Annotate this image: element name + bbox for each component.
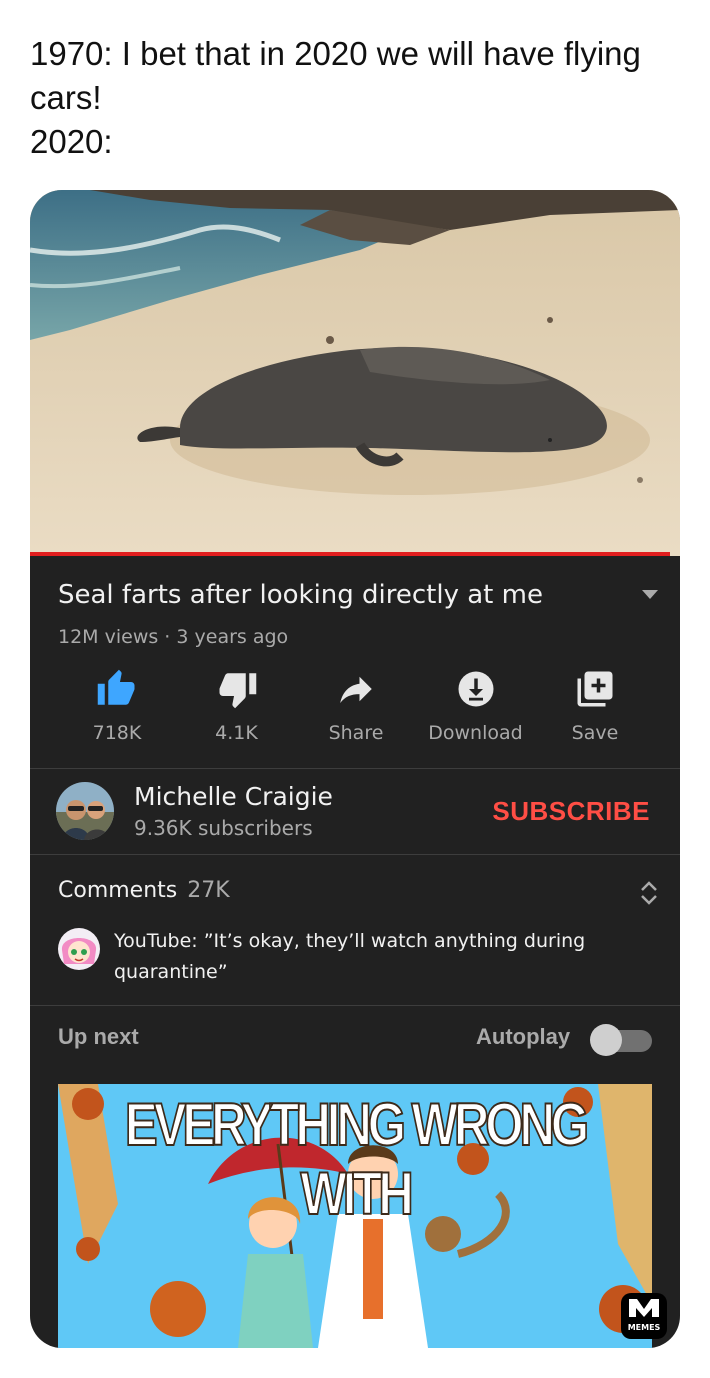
divider: [30, 1005, 680, 1006]
expand-description-icon[interactable]: [642, 590, 658, 599]
save-to-playlist-icon: [577, 671, 613, 707]
comments-label: Comments: [58, 878, 178, 903]
subscriber-count: 9.36K subscribers: [134, 816, 313, 840]
share-label: Share: [328, 722, 384, 744]
comments-header[interactable]: Comments 27K: [58, 878, 230, 903]
memes-app-logo: MEMES: [621, 1293, 667, 1339]
channel-avatar[interactable]: [56, 782, 114, 840]
youtube-screenshot: Seal farts after looking directly at me …: [30, 190, 680, 1348]
save-button[interactable]: Save: [536, 668, 654, 744]
subscribe-button[interactable]: SUBSCRIBE: [492, 796, 650, 827]
thumbnail-title-text: EVERYTHING WRONG WITH: [124, 1090, 590, 1228]
caption-line-2: 2020:: [30, 123, 113, 160]
seal-on-beach-image: [30, 190, 680, 556]
top-comment-text: YouTube: ”It’s okay, they’ll watch anyth…: [114, 930, 586, 983]
like-count: 718K: [92, 722, 142, 744]
share-button[interactable]: Share: [297, 668, 415, 744]
comments-count: 27K: [187, 878, 230, 903]
thumbs-down-icon: [219, 673, 256, 709]
download-button[interactable]: Download: [417, 668, 535, 744]
meme-caption: 1970: I bet that in 2020 we will have fl…: [30, 32, 690, 164]
thumbs-up-icon: [97, 669, 135, 705]
download-icon: [458, 671, 493, 707]
commenter-avatar[interactable]: [58, 928, 100, 970]
like-button[interactable]: 718K: [58, 668, 176, 744]
channel-name[interactable]: Michelle Craigie: [134, 782, 333, 811]
save-label: Save: [571, 722, 619, 744]
avatar-photo: [56, 782, 114, 840]
playback-progress-bar[interactable]: [30, 552, 671, 556]
expand-collapse-icon[interactable]: [638, 878, 660, 908]
watermark-label: MEMES: [627, 1323, 661, 1332]
autoplay-toggle[interactable]: [590, 1024, 652, 1056]
share-icon: [340, 676, 372, 703]
toggle-knob: [590, 1024, 622, 1056]
m-logo-icon: [629, 1299, 659, 1317]
up-next-label: Up next: [58, 1024, 139, 1049]
download-label: Download: [428, 722, 523, 744]
divider: [30, 768, 680, 769]
autoplay-label: Autoplay: [476, 1024, 571, 1049]
anime-avatar-image: [58, 928, 100, 970]
video-player[interactable]: [30, 190, 680, 556]
dislike-count: 4.1K: [215, 722, 258, 744]
video-meta: 12M views · 3 years ago: [58, 626, 288, 648]
divider: [30, 854, 680, 855]
dislike-button[interactable]: 4.1K: [178, 668, 296, 744]
view-count: 12M views: [58, 626, 159, 648]
action-bar: 718K 4.1K Share Download Save: [58, 668, 654, 744]
up-next-thumbnail[interactable]: EVERYTHING WRONG WITH: [58, 1084, 652, 1348]
upload-age: 3 years ago: [176, 626, 289, 648]
meta-separator: ·: [158, 626, 177, 648]
caption-line-1: 1970: I bet that in 2020 we will have fl…: [30, 35, 651, 116]
video-title: Seal farts after looking directly at me: [58, 580, 543, 610]
